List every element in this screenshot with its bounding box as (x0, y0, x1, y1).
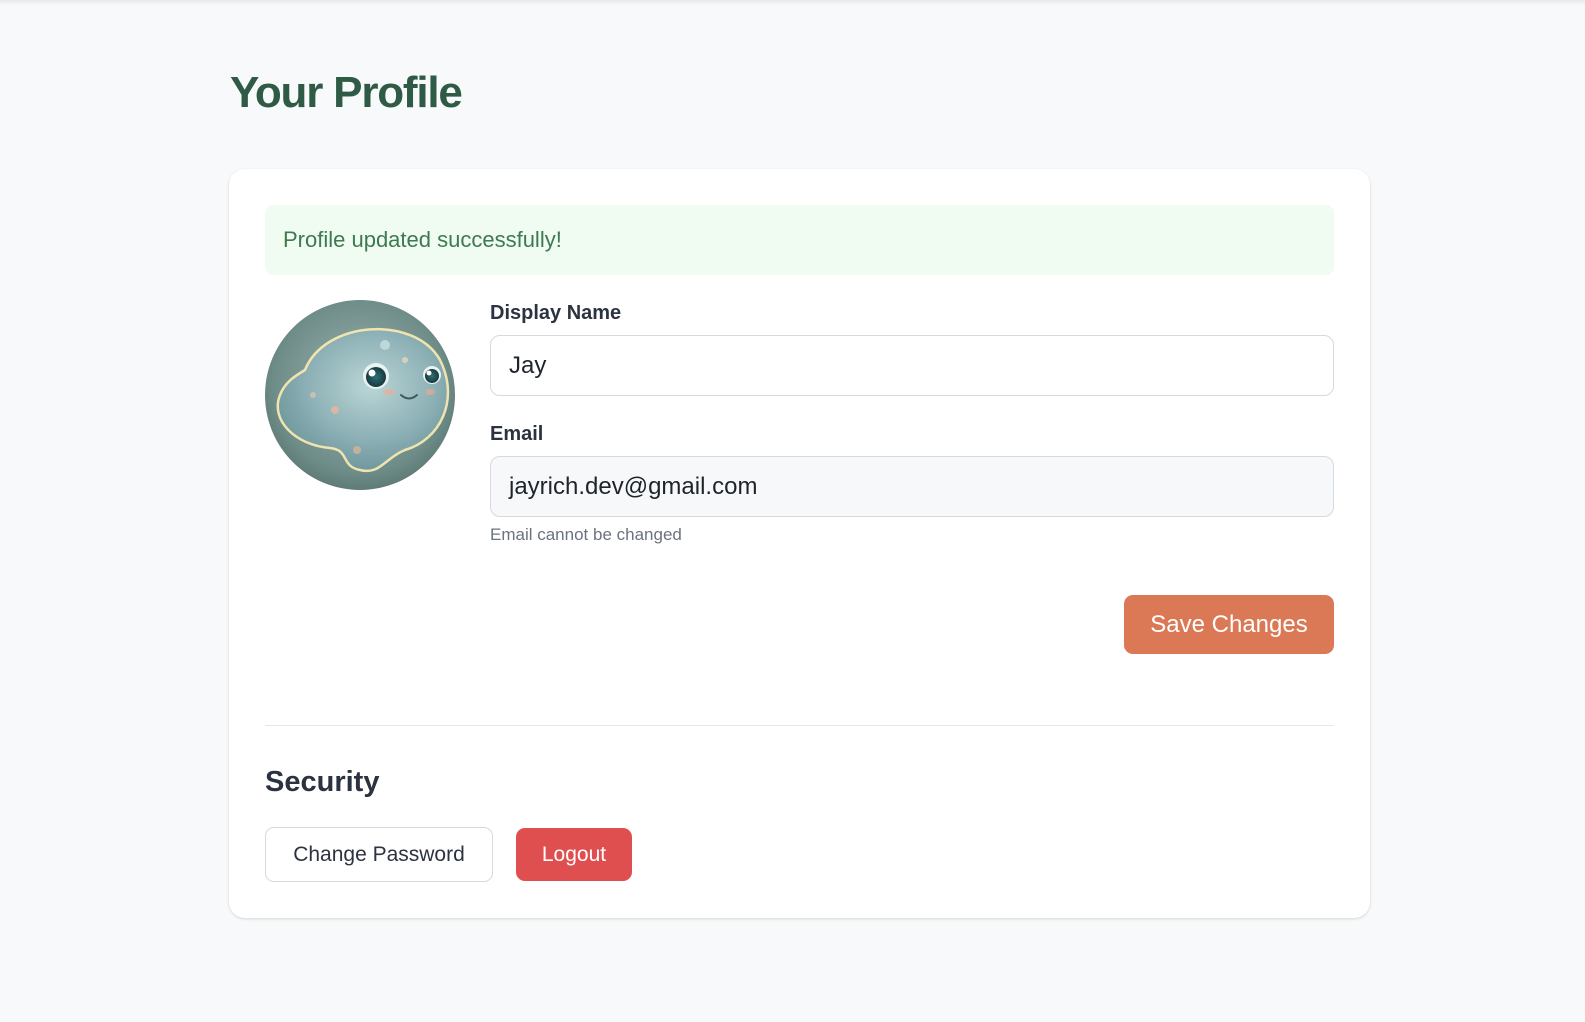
divider (265, 725, 1334, 726)
email-help-text: Email cannot be changed (490, 525, 682, 544)
avatar-icon (265, 300, 455, 490)
security-section-title: Security (265, 766, 380, 798)
profile-card: Profile updated successfully! Display Na… (229, 169, 1370, 918)
success-alert-message: Profile updated successfully! (283, 227, 562, 252)
display-name-value: Jay (509, 351, 547, 379)
email-label: Email (490, 423, 544, 445)
success-alert: Profile updated successfully! (265, 205, 1334, 275)
logout-button[interactable]: Logout (516, 828, 632, 881)
change-password-button[interactable]: Change Password (265, 827, 493, 882)
avatar (265, 300, 455, 490)
page-title: Your Profile (230, 68, 463, 117)
save-changes-button[interactable]: Save Changes (1124, 595, 1334, 654)
display-name-input[interactable]: Jay (490, 335, 1334, 396)
email-value: jayrich.dev@gmail.com (509, 472, 758, 500)
email-field[interactable]: jayrich.dev@gmail.com (490, 456, 1334, 517)
display-name-label: Display Name (490, 302, 622, 324)
top-shadow (0, 0, 1585, 5)
